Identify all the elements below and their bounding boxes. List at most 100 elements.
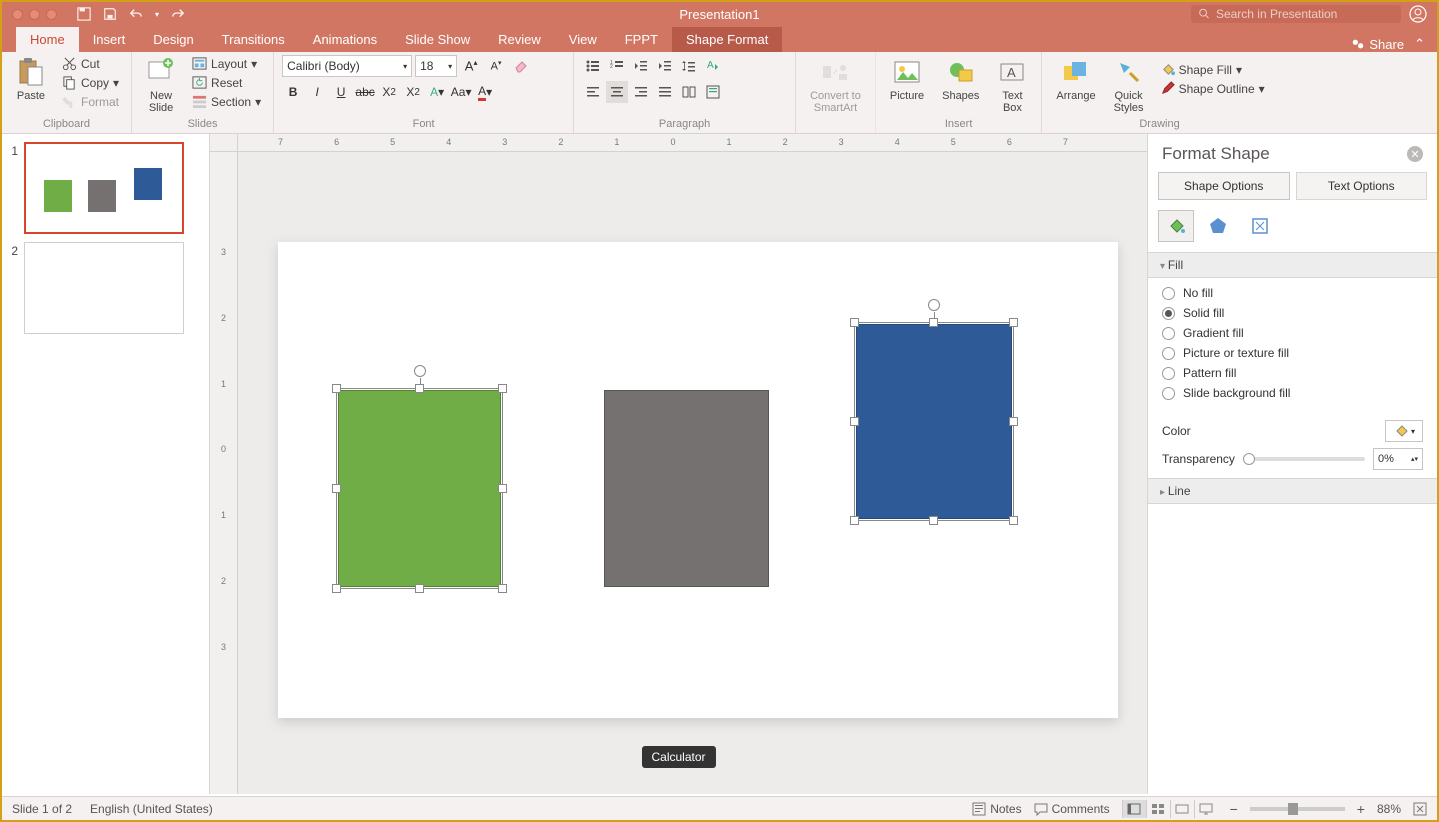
slideshow-view-button[interactable]: [1194, 800, 1218, 818]
save-file-icon[interactable]: [77, 7, 91, 21]
textbox-button[interactable]: AText Box: [991, 55, 1033, 116]
account-icon[interactable]: [1409, 5, 1427, 23]
slide-thumbnail-panel[interactable]: 1 2: [2, 134, 210, 794]
change-case-button[interactable]: Aa▾: [450, 81, 472, 103]
tab-fppt[interactable]: FPPT: [611, 27, 672, 52]
search-input[interactable]: [1216, 7, 1393, 21]
picture-button[interactable]: Picture: [884, 55, 930, 104]
zoom-slider[interactable]: [1250, 807, 1345, 811]
align-text-button[interactable]: [702, 81, 724, 103]
search-in-presentation[interactable]: [1191, 5, 1401, 23]
section-button[interactable]: Section ▾: [188, 93, 265, 110]
save-icon[interactable]: [103, 7, 117, 21]
zoom-out-button[interactable]: −: [1230, 801, 1238, 817]
sorter-view-button[interactable]: [1146, 800, 1170, 818]
bullets-button[interactable]: [582, 55, 604, 77]
numbering-button[interactable]: 12: [606, 55, 628, 77]
font-color-button[interactable]: A▾: [474, 81, 496, 103]
vertical-ruler[interactable]: 3210123: [210, 152, 238, 794]
superscript-button[interactable]: X2: [378, 81, 400, 103]
layout-button[interactable]: Layout ▾: [188, 55, 265, 72]
tab-animations[interactable]: Animations: [299, 27, 391, 52]
tab-shape-format[interactable]: Shape Format: [672, 27, 782, 52]
undo-dropdown-icon[interactable]: ▾: [155, 10, 159, 19]
rotate-handle[interactable]: [414, 365, 426, 377]
fill-no-fill[interactable]: No fill: [1162, 286, 1423, 300]
shapes-button[interactable]: Shapes: [936, 55, 985, 104]
zoom-percent[interactable]: 88%: [1377, 802, 1401, 816]
shape-options-tab[interactable]: Shape Options: [1158, 172, 1290, 200]
slide-indicator[interactable]: Slide 1 of 2: [12, 802, 72, 816]
shrink-font-button[interactable]: A▾: [485, 55, 507, 77]
size-properties-tab[interactable]: [1242, 210, 1278, 242]
shape-fill-button[interactable]: Shape Fill ▾: [1156, 61, 1269, 78]
arrange-button[interactable]: Arrange: [1050, 55, 1101, 104]
decrease-indent-button[interactable]: [630, 55, 652, 77]
font-size-select[interactable]: 18▾: [415, 55, 457, 77]
notes-button[interactable]: Notes: [972, 802, 1021, 816]
line-spacing-button[interactable]: [678, 55, 700, 77]
tab-transitions[interactable]: Transitions: [208, 27, 299, 52]
fill-section-header[interactable]: Fill: [1148, 252, 1437, 278]
align-center-button[interactable]: [606, 81, 628, 103]
slide-thumbnail-2[interactable]: 2: [6, 242, 205, 334]
undo-icon[interactable]: [129, 7, 143, 21]
strikethrough-button[interactable]: abc: [354, 81, 376, 103]
redo-icon[interactable]: [171, 7, 185, 21]
grow-font-button[interactable]: A▴: [460, 55, 482, 77]
language-indicator[interactable]: English (United States): [90, 802, 213, 816]
fill-line-tab[interactable]: [1158, 210, 1194, 242]
fill-slidebg[interactable]: Slide background fill: [1162, 386, 1423, 400]
cut-button[interactable]: Cut: [58, 55, 123, 72]
share-button[interactable]: Share: [1351, 37, 1404, 52]
tab-review[interactable]: Review: [484, 27, 555, 52]
close-window[interactable]: [12, 9, 23, 20]
fill-solid[interactable]: Solid fill: [1162, 306, 1423, 320]
shape-gray-rectangle[interactable]: [604, 390, 769, 587]
comments-button[interactable]: Comments: [1034, 802, 1110, 816]
text-direction-button[interactable]: A: [702, 55, 724, 77]
rotate-handle[interactable]: [928, 299, 940, 311]
paste-button[interactable]: Paste: [10, 55, 52, 104]
tab-insert[interactable]: Insert: [79, 27, 140, 52]
copy-button[interactable]: Copy ▾: [58, 74, 123, 91]
normal-view-button[interactable]: [1122, 800, 1146, 818]
align-right-button[interactable]: [630, 81, 652, 103]
text-options-tab[interactable]: Text Options: [1296, 172, 1428, 200]
fill-color-picker[interactable]: ▾: [1385, 420, 1423, 442]
tab-design[interactable]: Design: [139, 27, 207, 52]
font-name-select[interactable]: Calibri (Body)▾: [282, 55, 412, 77]
format-painter-button[interactable]: Format: [58, 93, 123, 110]
underline-button[interactable]: U: [330, 81, 352, 103]
fit-to-window-button[interactable]: [1413, 802, 1427, 816]
fill-picture[interactable]: Picture or texture fill: [1162, 346, 1423, 360]
tab-home[interactable]: Home: [16, 27, 79, 52]
shape-blue-rectangle[interactable]: [856, 324, 1012, 519]
zoom-window[interactable]: [46, 9, 57, 20]
close-pane-button[interactable]: ✕: [1407, 146, 1423, 162]
reset-button[interactable]: Reset: [188, 74, 265, 91]
shape-green-rectangle[interactable]: [338, 390, 501, 587]
horizontal-ruler[interactable]: 765432101234567: [238, 134, 1147, 152]
transparency-slider[interactable]: [1243, 457, 1365, 461]
shape-outline-button[interactable]: Shape Outline ▾: [1156, 80, 1269, 97]
line-section-header[interactable]: Line: [1148, 478, 1437, 504]
slide-thumbnail-1[interactable]: 1: [6, 142, 205, 234]
fill-gradient[interactable]: Gradient fill: [1162, 326, 1423, 340]
increase-indent-button[interactable]: [654, 55, 676, 77]
new-slide-button[interactable]: New Slide: [140, 55, 182, 116]
effects-tab[interactable]: [1200, 210, 1236, 242]
italic-button[interactable]: I: [306, 81, 328, 103]
transparency-input[interactable]: 0%▴▾: [1373, 448, 1423, 470]
columns-button[interactable]: [678, 81, 700, 103]
tab-view[interactable]: View: [555, 27, 611, 52]
convert-smartart-button[interactable]: Convert to SmartArt: [804, 55, 867, 116]
tab-slideshow[interactable]: Slide Show: [391, 27, 484, 52]
fill-pattern[interactable]: Pattern fill: [1162, 366, 1423, 380]
bold-button[interactable]: B: [282, 81, 304, 103]
minimize-window[interactable]: [29, 9, 40, 20]
subscript-button[interactable]: X2: [402, 81, 424, 103]
justify-button[interactable]: [654, 81, 676, 103]
text-effects-button[interactable]: A▾: [426, 81, 448, 103]
quick-styles-button[interactable]: Quick Styles: [1108, 55, 1150, 116]
